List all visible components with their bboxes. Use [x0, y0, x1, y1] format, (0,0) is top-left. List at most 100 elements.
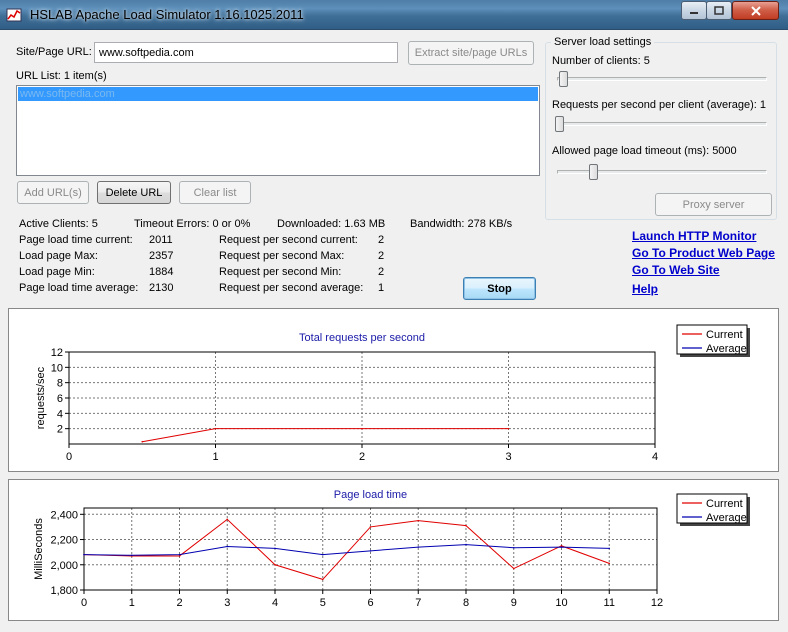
- close-button[interactable]: [732, 1, 779, 20]
- data-point: [321, 578, 324, 581]
- series-line-current: [142, 428, 509, 443]
- x-tick-label: 12: [651, 597, 663, 609]
- app-icon: [6, 8, 22, 22]
- stat-value: 2: [378, 234, 385, 246]
- timeout-label: Allowed page load timeout (ms): 5000: [552, 145, 737, 157]
- data-point: [369, 526, 372, 528]
- stat-label: Load page Min:: [19, 266, 95, 278]
- stat-value: 2: [378, 266, 385, 278]
- timeout-slider[interactable]: [589, 164, 598, 180]
- maximize-button[interactable]: [706, 1, 732, 20]
- data-point: [226, 545, 229, 548]
- data-point: [369, 550, 372, 552]
- data-point: [507, 427, 510, 430]
- x-tick-label: 5: [320, 597, 326, 609]
- stat-label: Request per second average:: [219, 282, 364, 294]
- chart-title: Total requests per second: [299, 332, 425, 344]
- y-tick-label: 2,400: [50, 509, 78, 521]
- chart-title: Page load time: [334, 489, 407, 501]
- x-tick-label: 0: [66, 451, 72, 463]
- stat-value: 2357: [149, 250, 174, 262]
- stat-value: 1: [378, 282, 385, 294]
- x-tick-label: 10: [555, 597, 567, 609]
- requests-chart-panel: Total requests per second 0 1 2 3 4 2 4 6 8 10 12 re…: [8, 308, 779, 472]
- x-tick-label: 2: [359, 451, 365, 463]
- y-tick-label: 4: [57, 408, 63, 420]
- data-point: [465, 543, 467, 546]
- launch-http-monitor-link[interactable]: Launch HTTP Monitor: [632, 229, 756, 243]
- legend-label: Current: [706, 329, 743, 341]
- url-list-item[interactable]: www.softpedia.com: [18, 87, 538, 101]
- y-tick-label: 12: [51, 347, 63, 359]
- stat-value: 1884: [149, 266, 174, 278]
- y-tick-label: 2,200: [50, 535, 78, 547]
- window-title: HSLAB Apache Load Simulator 1.16.1025.20…: [30, 7, 304, 22]
- page-load-chart-panel: Page load time 0 1 2 3 4 5 6 7 8 9 10 11 12 1,800 2,000…: [8, 479, 779, 621]
- url-list[interactable]: www.softpedia.com: [16, 85, 540, 176]
- add-url-button[interactable]: Add URL(s): [17, 181, 89, 204]
- minimize-button[interactable]: [681, 1, 707, 20]
- x-tick-label: 1: [129, 597, 135, 609]
- x-tick-label: 3: [505, 451, 511, 463]
- downloaded: Downloaded: 1.63 MB: [277, 218, 386, 230]
- data-point: [274, 563, 276, 566]
- series-line-current: [83, 518, 610, 580]
- y-tick-label: 8: [57, 378, 63, 390]
- legend-label: Current: [706, 498, 743, 510]
- stat-label: Page load time average:: [19, 282, 139, 294]
- clear-list-button[interactable]: Clear list: [179, 181, 251, 204]
- extract-urls-button[interactable]: Extract site/page URLs: [408, 41, 534, 65]
- minimize-icon: [690, 11, 698, 14]
- stat-label: Request per second Max:: [219, 250, 345, 262]
- y-tick-label: 1,800: [50, 585, 78, 597]
- data-point: [130, 554, 133, 557]
- product-web-page-link[interactable]: Go To Product Web Page: [632, 246, 775, 260]
- clients-slider-track: [557, 77, 767, 81]
- server-load-title: Server load settings: [551, 36, 655, 48]
- data-point: [560, 546, 563, 548]
- delete-url-button[interactable]: Delete URL: [97, 181, 171, 204]
- data-point: [512, 546, 515, 549]
- x-tick-label: 0: [81, 597, 87, 609]
- x-tick-label: 6: [367, 597, 373, 609]
- x-tick-label: 3: [224, 597, 230, 609]
- requests-chart: Total requests per second0 1 2 3 424681012re…: [35, 324, 750, 463]
- rps-slider-track: [557, 122, 767, 126]
- x-tick-label: 8: [463, 597, 469, 609]
- data-point: [321, 553, 324, 556]
- y-axis-label: requests/sec: [35, 366, 47, 429]
- legend-label: Average: [706, 343, 747, 355]
- data-point: [274, 547, 276, 550]
- y-tick-label: 2: [57, 424, 63, 436]
- y-axis-label: MilliSeconds: [33, 518, 45, 580]
- x-tick-label: 7: [415, 597, 421, 609]
- data-point: [214, 427, 217, 430]
- data-point: [226, 518, 229, 521]
- data-point: [417, 546, 420, 548]
- x-tick-label: 1: [212, 451, 218, 463]
- y-tick-label: 10: [51, 362, 63, 374]
- help-link[interactable]: Help: [632, 282, 658, 296]
- data-point: [361, 427, 363, 430]
- web-site-link[interactable]: Go To Web Site: [632, 263, 720, 277]
- x-tick-label: 4: [652, 451, 658, 463]
- stat-label: Request per second Min:: [219, 266, 342, 278]
- stat-value: 2011: [149, 234, 173, 246]
- data-point: [512, 567, 515, 570]
- maximize-icon: [714, 6, 724, 15]
- rps-slider[interactable]: [555, 116, 564, 132]
- data-point: [141, 440, 144, 443]
- page-load-chart: Page load time0 1 2 3 4 5 6 7 8 9 10 11 121,8002,000…: [33, 489, 750, 609]
- clients-slider[interactable]: [559, 71, 568, 87]
- x-tick-label: 9: [511, 597, 517, 609]
- x-tick-label: 11: [604, 597, 615, 609]
- stat-label: Request per second current:: [219, 234, 358, 246]
- stop-button[interactable]: Stop: [463, 277, 536, 300]
- stat-label: Page load time current:: [19, 234, 133, 246]
- proxy-server-button[interactable]: Proxy server: [655, 193, 772, 216]
- rps-label: Requests per second per client (average)…: [552, 99, 767, 111]
- site-url-input[interactable]: [94, 42, 398, 63]
- clients-label: Number of clients: 5: [552, 55, 650, 67]
- timeout-errors: Timeout Errors: 0 or 0%: [134, 218, 251, 230]
- data-point: [417, 519, 420, 522]
